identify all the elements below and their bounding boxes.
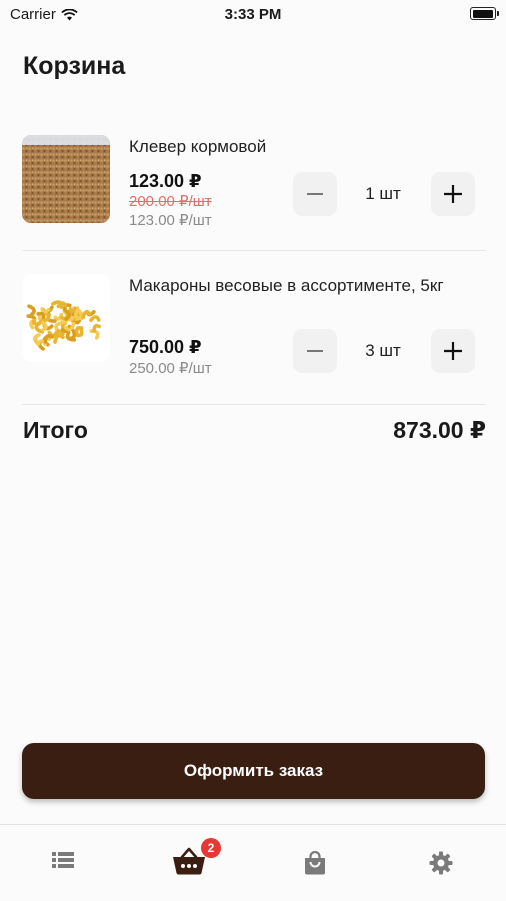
- plus-icon: [444, 185, 462, 203]
- increase-quantity-button[interactable]: [431, 329, 475, 373]
- item-divider: [22, 250, 486, 251]
- battery-level: [472, 9, 493, 18]
- product-image-pasta[interactable]: [22, 274, 110, 362]
- decrease-quantity-button[interactable]: [293, 329, 337, 373]
- page-title: Корзина: [23, 52, 126, 80]
- item-unit-price: 123.00 ₽/шт: [129, 212, 212, 229]
- checkout-button[interactable]: Оформить заказ: [22, 743, 485, 799]
- plus-icon: [444, 342, 462, 360]
- tab-cart[interactable]: 2: [126, 825, 252, 901]
- quantity-value: 1 шт: [365, 184, 401, 203]
- battery-icon: [470, 7, 499, 20]
- status-bar: Carrier 3:33 PM: [0, 0, 506, 30]
- increase-quantity-button[interactable]: [431, 172, 475, 216]
- product-image-clover[interactable]: [22, 135, 110, 223]
- shopping-bag-icon: [305, 851, 325, 875]
- item-unit-price: 250.00 ₽/шт: [129, 360, 212, 377]
- item-price: 750.00 ₽: [129, 337, 202, 357]
- decrease-quantity-button[interactable]: [293, 172, 337, 216]
- tab-orders[interactable]: [252, 825, 378, 901]
- gear-icon: [429, 851, 453, 875]
- item-name: Макароны весовые в ассортименте, 5кг: [129, 276, 444, 295]
- tab-catalog[interactable]: [0, 825, 126, 901]
- minus-icon: [307, 193, 323, 195]
- clock: 3:33 PM: [224, 6, 282, 23]
- total-value: 873.00 ₽: [393, 417, 486, 443]
- list-icon: [52, 852, 74, 868]
- item-old-price: 200.00 ₽/шт: [129, 193, 212, 210]
- total-divider: [22, 404, 486, 405]
- cart-badge: 2: [201, 838, 221, 858]
- item-price: 123.00 ₽: [129, 171, 202, 191]
- quantity-value: 3 шт: [365, 341, 401, 360]
- cart-item: Макароны весовые в ассортименте, 5кг 750…: [22, 274, 486, 384]
- tab-settings[interactable]: [378, 825, 504, 901]
- total-label: Итого: [23, 417, 88, 443]
- item-name: Клевер кормовой: [129, 137, 267, 156]
- minus-icon: [307, 350, 323, 352]
- cart-item: Клевер кормовой 123.00 ₽ 200.00 ₽/шт 123…: [22, 135, 486, 235]
- tab-bar: 2: [0, 824, 506, 901]
